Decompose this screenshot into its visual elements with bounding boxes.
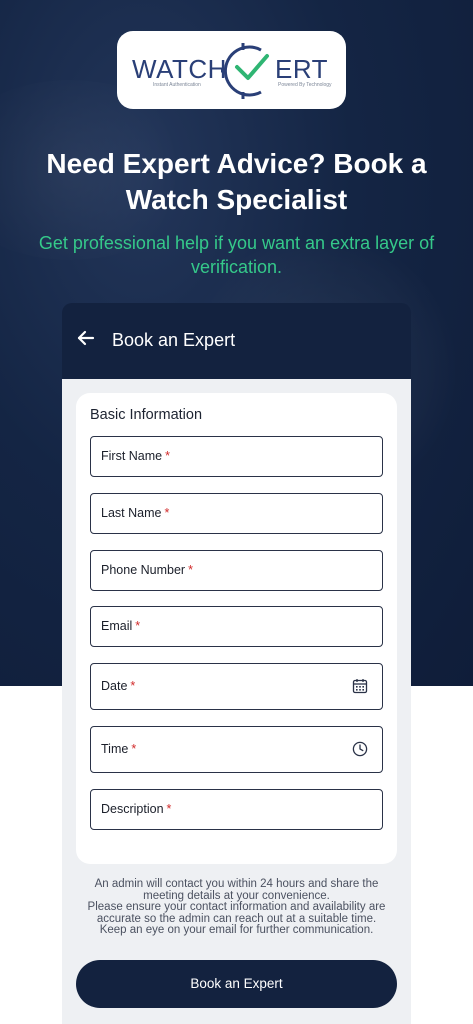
book-expert-button[interactable]: Book an Expert [76,960,397,1008]
watch-check-logo-icon [221,43,269,99]
clock-icon[interactable] [352,741,368,757]
logo-tagline-right: Powered By Technology [278,82,332,88]
required-mark: * [165,449,170,463]
calendar-icon[interactable] [352,678,368,694]
logo-text-watch: WATCH [132,54,227,84]
phone-number-field[interactable]: Phone Number * [90,550,383,591]
logo-text-ert: ERT [275,54,329,84]
booking-header: Book an Expert [62,303,411,379]
date-field[interactable]: Date * [90,663,383,710]
logo-tagline-left: Instant Authentication [153,82,201,88]
required-mark: * [130,679,136,693]
required-mark: * [166,802,172,816]
last-name-label: Last Name * [101,506,170,520]
booking-panel: Basic Information First Name * Last Name *… [62,379,411,1024]
email-field[interactable]: Email * [90,606,383,647]
brand-logo: WATCH ERT Instant Authentication Powered… [117,31,346,109]
last-name-field[interactable]: Last Name * [90,493,383,534]
note-line-3: Keep an eye on your email for further co… [99,924,374,936]
first-name-label: First Name * [101,449,170,463]
required-mark: * [131,742,137,756]
section-title: Basic Information [90,407,203,423]
description-field[interactable]: Description * [90,789,383,830]
arrow-left-icon [77,330,95,346]
note-line-2: Please ensure your contact information a… [87,901,386,925]
time-field[interactable]: Time * [90,726,383,773]
required-mark: * [188,563,193,577]
date-label: Date * [101,679,136,693]
required-mark: * [164,506,170,520]
note-line-1: An admin will contact you within 24 hour… [94,878,379,902]
phone-number-label: Phone Number * [101,563,193,577]
page-headline: Need Expert Advice? Book a Watch Special… [46,148,427,215]
first-name-field[interactable]: First Name * [90,436,383,477]
time-label: Time * [101,742,137,756]
back-button[interactable] [77,329,95,351]
required-mark: * [135,619,141,633]
email-label: Email * [101,619,141,633]
contact-note: An admin will contact you within 24 hour… [76,878,397,937]
page-subheadline: Get professional help if you want an ext… [38,233,435,277]
basic-info-card: Basic Information First Name * Last Name *… [76,393,397,864]
booking-title: Book an Expert [112,330,236,350]
description-label: Description * [101,802,172,816]
